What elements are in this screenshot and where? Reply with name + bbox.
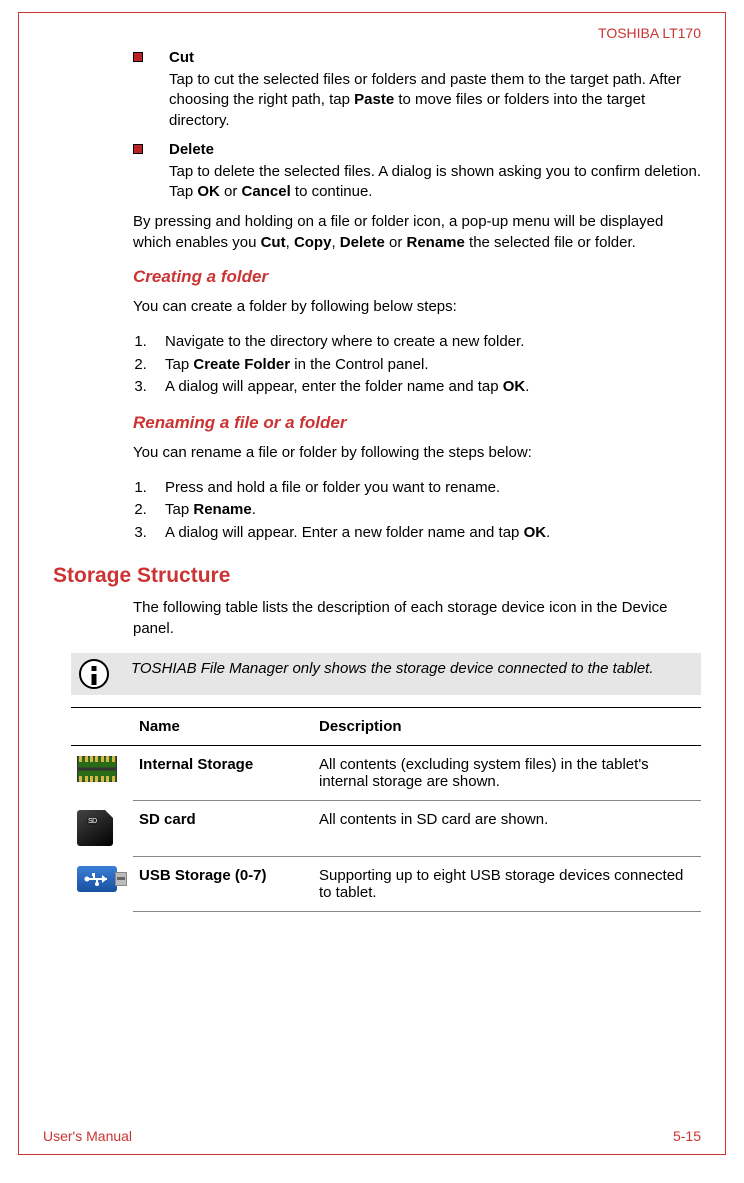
usb-plug-icon (115, 872, 127, 886)
info-icon (79, 659, 109, 689)
bold: Cancel (242, 183, 291, 200)
text: . (546, 524, 550, 541)
footer: User's Manual 5-15 (43, 1128, 701, 1144)
cell-icon (71, 800, 133, 856)
table-row: Internal Storage All contents (excluding… (71, 745, 701, 800)
list-item: A dialog will appear, enter the folder n… (151, 376, 701, 399)
cell-name: SD card (133, 800, 313, 856)
list-item: Navigate to the directory where to creat… (151, 331, 701, 354)
text: Navigate to the directory where to creat… (165, 333, 524, 350)
col-icon-header (71, 707, 133, 745)
bullet-cut-body: Tap to cut the selected files or folders… (169, 70, 701, 131)
cell-desc: All contents in SD card are shown. (313, 800, 701, 856)
text: A dialog will appear, enter the folder n… (165, 378, 503, 395)
popup-paragraph: By pressing and holding on a file or fol… (133, 212, 701, 253)
text: or (220, 183, 242, 200)
text: Press and hold a file or folder you want… (165, 479, 500, 496)
bullet-title: Delete (169, 141, 214, 158)
text: . (252, 501, 256, 518)
note-text: TOSHIAB File Manager only shows the stor… (131, 659, 654, 679)
creating-steps: Navigate to the directory where to creat… (151, 331, 701, 399)
footer-right: 5-15 (673, 1128, 701, 1144)
text: . (525, 378, 529, 395)
renaming-steps: Press and hold a file or folder you want… (151, 477, 701, 545)
cell-name: Internal Storage (133, 745, 313, 800)
table-row: SD card All contents in SD card are show… (71, 800, 701, 856)
cell-icon (71, 856, 133, 911)
note-box: TOSHIAB File Manager only shows the stor… (71, 653, 701, 695)
bold: Copy (294, 234, 332, 251)
bullet-delete-body: Tap to delete the selected files. A dial… (169, 162, 701, 203)
bullet-title: Cut (169, 49, 194, 66)
list-item: A dialog will appear. Enter a new folder… (151, 522, 701, 545)
subhead-renaming: Renaming a file or a folder (133, 413, 701, 433)
storage-table: Name Description Internal Storage All co… (71, 707, 701, 912)
list-item: Tap Create Folder in the Control panel. (151, 354, 701, 377)
table-row: USB Storage (0-7) Supporting up to eight… (71, 856, 701, 911)
cell-name: USB Storage (0-7) (133, 856, 313, 911)
bold: Create Folder (193, 356, 290, 373)
text: , (331, 234, 339, 251)
text: Tap (165, 501, 193, 518)
h2-storage-structure: Storage Structure (53, 564, 701, 588)
bullet-delete: Delete (133, 141, 701, 158)
text: the selected file or folder. (465, 234, 636, 251)
col-desc-header: Description (313, 707, 701, 745)
bold: Delete (340, 234, 385, 251)
subhead-creating-folder: Creating a folder (133, 267, 701, 287)
bold: OK (503, 378, 526, 395)
text: to continue. (291, 183, 373, 200)
cell-desc: All contents (excluding system files) in… (313, 745, 701, 800)
storage-intro: The following table lists the descriptio… (133, 598, 701, 639)
table-header-row: Name Description (71, 707, 701, 745)
bold: OK (197, 183, 220, 200)
list-item: Tap Rename. (151, 499, 701, 522)
text: , (286, 234, 294, 251)
text: in the Control panel. (290, 356, 428, 373)
bullet-icon (133, 144, 143, 154)
bold: Paste (354, 91, 394, 108)
col-name-header: Name (133, 707, 313, 745)
cell-icon (71, 745, 133, 800)
list-item: Press and hold a file or folder you want… (151, 477, 701, 500)
cell-desc: Supporting up to eight USB storage devic… (313, 856, 701, 911)
storage-content: The following table lists the descriptio… (133, 598, 701, 912)
main-content: Cut Tap to cut the selected files or fol… (133, 49, 701, 544)
creating-intro: You can create a folder by following bel… (133, 297, 701, 317)
bullet-cut: Cut (133, 49, 701, 66)
text: or (385, 234, 407, 251)
bold: Cut (261, 234, 286, 251)
internal-storage-icon (77, 756, 117, 782)
text: A dialog will appear. Enter a new folder… (165, 524, 524, 541)
bold: Rename (407, 234, 465, 251)
text: Tap (165, 356, 193, 373)
footer-left: User's Manual (43, 1128, 132, 1144)
renaming-intro: You can rename a file or folder by follo… (133, 443, 701, 463)
header-model: TOSHIBA LT170 (43, 25, 701, 41)
page-frame: TOSHIBA LT170 Cut Tap to cut the selecte… (18, 12, 726, 1155)
bullet-icon (133, 52, 143, 62)
usb-storage-icon (77, 866, 117, 892)
bold: OK (524, 524, 547, 541)
sd-card-icon (77, 810, 113, 846)
bold: Rename (193, 501, 251, 518)
storage-section: Storage Structure (53, 564, 701, 588)
